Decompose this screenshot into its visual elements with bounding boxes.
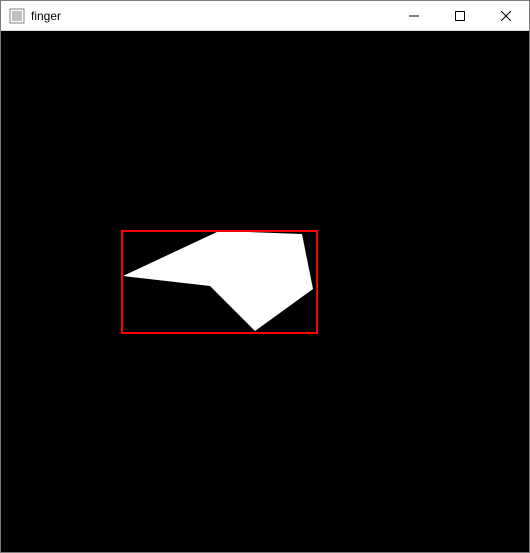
- close-icon: [501, 11, 511, 21]
- maximize-icon: [455, 11, 465, 21]
- titlebar[interactable]: finger: [1, 1, 529, 31]
- window-frame: finger: [0, 0, 530, 553]
- bounding-box: [121, 230, 318, 334]
- minimize-icon: [409, 11, 419, 21]
- close-button[interactable]: [483, 1, 529, 30]
- window-controls: [391, 1, 529, 30]
- window-title: finger: [31, 9, 391, 23]
- image-canvas: [1, 31, 529, 552]
- app-icon: [9, 8, 25, 24]
- maximize-button[interactable]: [437, 1, 483, 30]
- minimize-button[interactable]: [391, 1, 437, 30]
- client-area: [1, 31, 529, 552]
